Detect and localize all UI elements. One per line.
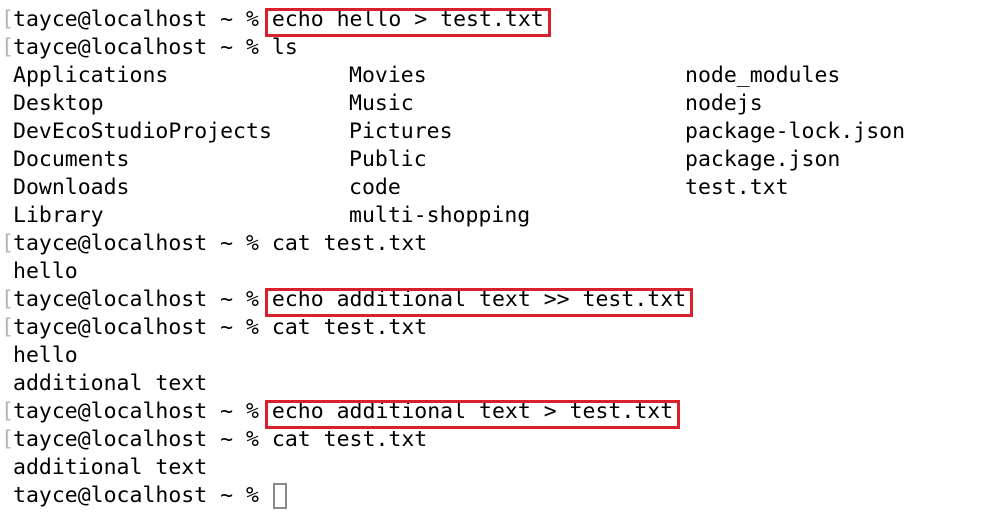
ls-entry: code [349, 175, 401, 200]
ls-output-row: Desktop Music nodejs [0, 90, 1002, 118]
command-highlight-box [264, 8, 551, 37]
ls-entry: Downloads [13, 175, 130, 200]
command-line: [tayce@localhost ~ % cat test.txt [0, 230, 1002, 258]
output-line: hello [0, 258, 1002, 286]
ls-entry: multi-shopping [349, 203, 531, 228]
output-text: additional text [13, 455, 208, 480]
line-mark-bracket: [ [1, 315, 14, 340]
ls-entry: Documents [13, 147, 130, 172]
ls-entry: package.json [685, 147, 841, 172]
ls-entry: Movies [349, 63, 427, 88]
command-line: [tayce@localhost ~ % cat test.txt [0, 314, 1002, 342]
shell-prompt: tayce@localhost ~ % [13, 315, 272, 340]
output-text: hello [13, 343, 78, 368]
ls-output-row: DevEcoStudioProjects Pictures package-lock… [0, 118, 1002, 146]
output-line: additional text [0, 370, 1002, 398]
command-text: cat test.txt [271, 427, 428, 452]
terminal-window[interactable]: [tayce@localhost ~ % echo hello > test.t… [0, 0, 1002, 530]
ls-output-row: Applications Movies node_modules [0, 62, 1002, 90]
ls-entry: Applications [13, 63, 169, 88]
command-text: cat test.txt [271, 315, 428, 340]
line-mark-bracket: [ [1, 399, 14, 424]
ls-entry: Library [13, 203, 104, 228]
ls-output-row: Downloads code test.txt [0, 174, 1002, 202]
ls-output-row: Documents Public package.json [0, 146, 1002, 174]
command-text: cat test.txt [271, 231, 428, 256]
text-cursor [272, 483, 287, 509]
output-line: hello [0, 342, 1002, 370]
shell-prompt: tayce@localhost ~ % [13, 231, 272, 256]
shell-prompt: tayce@localhost ~ % [13, 399, 272, 424]
line-mark-bracket: [ [1, 287, 14, 312]
line-mark-bracket: [ [1, 427, 14, 452]
ls-entry: package-lock.json [685, 119, 906, 144]
command-text: ls [271, 35, 298, 60]
current-prompt-line[interactable]: tayce@localhost ~ % [0, 482, 1002, 510]
ls-entry: Public [349, 147, 427, 172]
command-highlight-box [264, 400, 681, 429]
shell-prompt: tayce@localhost ~ % [13, 35, 272, 60]
ls-entry: Pictures [349, 119, 453, 144]
ls-output-row: Library multi-shopping [0, 202, 1002, 230]
ls-entry: DevEcoStudioProjects [13, 119, 272, 144]
line-mark-bracket: [ [1, 7, 14, 32]
shell-prompt: tayce@localhost ~ % [13, 287, 272, 312]
output-text: additional text [13, 371, 208, 396]
ls-entry: node_modules [685, 63, 841, 88]
shell-prompt: tayce@localhost ~ % [13, 427, 272, 452]
command-highlight-box [264, 288, 694, 317]
ls-entry: Music [349, 91, 414, 116]
ls-entry: nodejs [685, 91, 763, 116]
shell-prompt: tayce@localhost ~ % [13, 7, 272, 32]
line-mark-bracket: [ [1, 231, 14, 256]
output-line: additional text [0, 454, 1002, 482]
output-text: hello [13, 259, 78, 284]
command-line: [tayce@localhost ~ % ls [0, 34, 1002, 62]
line-mark-bracket: [ [1, 35, 14, 60]
command-line: [tayce@localhost ~ % cat test.txt [0, 426, 1002, 454]
ls-entry: test.txt [685, 175, 789, 200]
ls-entry: Desktop [13, 91, 104, 116]
shell-prompt: tayce@localhost ~ % [13, 483, 272, 508]
